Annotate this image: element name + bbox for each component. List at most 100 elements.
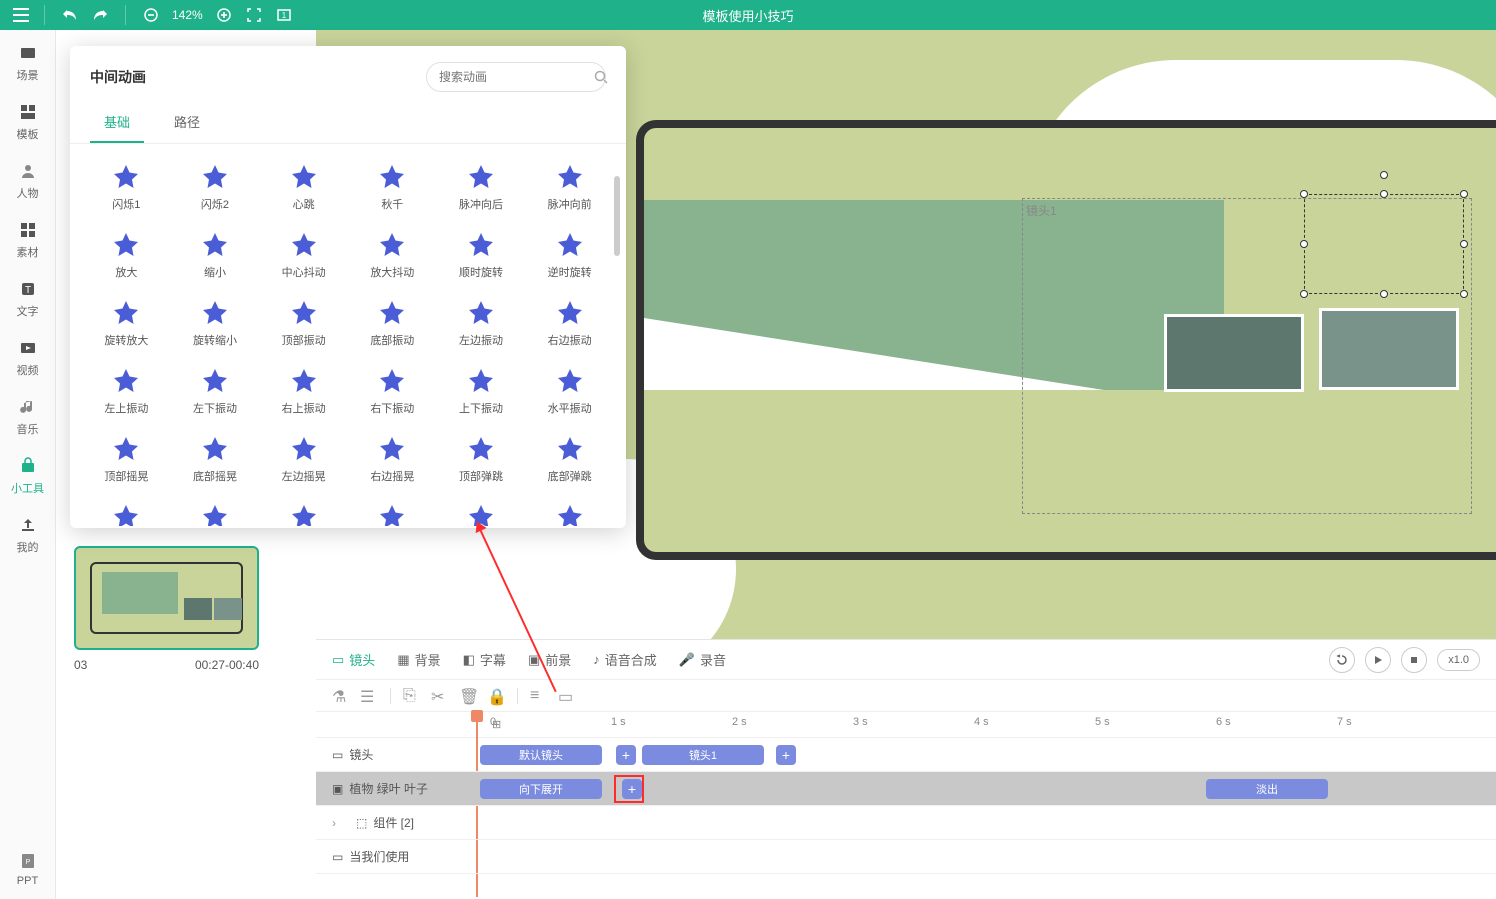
track-group[interactable]: ›⬚组件 [2] bbox=[316, 806, 1496, 840]
sidebar-item-ppt[interactable]: PPPT bbox=[6, 850, 50, 887]
animation-option[interactable]: 上下振动 bbox=[439, 358, 524, 422]
clip-fadeout[interactable]: 淡出 bbox=[1206, 779, 1328, 799]
zoom-out-button[interactable] bbox=[139, 3, 163, 27]
selection-box[interactable] bbox=[1304, 194, 1464, 294]
animation-option[interactable]: 顶部振动 bbox=[261, 290, 346, 354]
snap-icon[interactable]: ▭ bbox=[558, 687, 576, 705]
sidebar-item-scenes[interactable]: 场景 bbox=[6, 42, 50, 83]
animation-option[interactable]: 水平果冻 bbox=[261, 494, 346, 526]
document-title: 模板使用小技巧 bbox=[702, 6, 793, 25]
animation-option[interactable]: 水平振动 bbox=[527, 358, 612, 422]
animation-option[interactable]: 心跳 bbox=[261, 154, 346, 218]
fit-button[interactable] bbox=[242, 3, 266, 27]
animation-option[interactable]: 放大 bbox=[84, 222, 169, 286]
animation-option[interactable]: 右上振动 bbox=[261, 358, 346, 422]
animation-option[interactable]: 底部摇晃 bbox=[173, 426, 258, 490]
element-icon: ▣ bbox=[332, 782, 343, 796]
timeline-ruler[interactable]: ⊞ 0 1 s 2 s 3 s 4 s 5 s 6 s 7 s bbox=[316, 712, 1496, 738]
menu-button[interactable] bbox=[8, 2, 34, 28]
animation-option[interactable]: 脉冲向前 bbox=[527, 154, 612, 218]
star-icon bbox=[553, 228, 587, 262]
delete-icon[interactable]: 🗑 bbox=[459, 687, 477, 705]
animation-option[interactable]: 左边弹跳 bbox=[84, 494, 169, 526]
rewind-button[interactable] bbox=[1329, 647, 1355, 673]
expand-icon[interactable]: › bbox=[332, 816, 346, 830]
tab-basic[interactable]: 基础 bbox=[90, 102, 144, 143]
copy-icon[interactable]: ⎘ bbox=[403, 687, 421, 705]
animation-search[interactable] bbox=[426, 62, 606, 92]
tab-path[interactable]: 路径 bbox=[160, 102, 214, 143]
sidebar-item-templates[interactable]: 模板 bbox=[6, 101, 50, 142]
clip-shot1[interactable]: 镜头1 bbox=[642, 745, 764, 765]
sidebar-item-video[interactable]: 视频 bbox=[6, 337, 50, 378]
tl-tab-fg[interactable]: ▣前景 bbox=[528, 650, 571, 669]
animation-option[interactable]: 左边振动 bbox=[439, 290, 524, 354]
sidebar-item-tools[interactable]: 小工具 bbox=[6, 455, 50, 496]
animation-name: 闪烁2 bbox=[201, 196, 229, 212]
animation-option[interactable]: 底部振动 bbox=[350, 290, 435, 354]
animation-option[interactable]: 右边振动 bbox=[527, 290, 612, 354]
animation-option[interactable]: 右边弹跳 bbox=[173, 494, 258, 526]
actual-size-button[interactable]: 1 bbox=[272, 3, 296, 27]
tl-tab-record[interactable]: 🎤录音 bbox=[679, 650, 726, 669]
lock-icon[interactable]: 🔒 bbox=[487, 687, 505, 705]
animation-name: 秋千 bbox=[381, 196, 403, 212]
speed-indicator[interactable]: x1.0 bbox=[1437, 649, 1480, 671]
animation-option[interactable]: 放大抖动 bbox=[350, 222, 435, 286]
star-icon bbox=[287, 228, 321, 262]
animation-option[interactable]: 缩小 bbox=[173, 222, 258, 286]
clip-default-shot[interactable]: 默认镜头 bbox=[480, 745, 602, 765]
animation-option[interactable]: 秋千 bbox=[350, 154, 435, 218]
animation-option[interactable]: 顺时旋转 bbox=[439, 222, 524, 286]
sidebar-item-people[interactable]: 人物 bbox=[6, 160, 50, 201]
stop-button[interactable] bbox=[1401, 647, 1427, 673]
track-extra[interactable]: ▭当我们使用 bbox=[316, 840, 1496, 874]
sidebar-item-assets[interactable]: 素材 bbox=[6, 219, 50, 260]
redo-button[interactable] bbox=[88, 3, 112, 27]
animation-option[interactable]: 旋转放大 bbox=[84, 290, 169, 354]
animation-option[interactable]: 逆时旋转 bbox=[527, 222, 612, 286]
star-icon bbox=[464, 432, 498, 466]
add-shot-button-2[interactable]: + bbox=[776, 745, 796, 765]
animation-option[interactable]: 脉冲向后 bbox=[439, 154, 524, 218]
tl-tab-tts[interactable]: ♪语音合成 bbox=[593, 650, 657, 669]
animation-option[interactable]: 顶部弹跳 bbox=[439, 426, 524, 490]
zoom-in-button[interactable] bbox=[212, 3, 236, 27]
animation-option[interactable]: 左下振动 bbox=[173, 358, 258, 422]
text-icon: T bbox=[17, 278, 39, 300]
scene-thumbnail[interactable] bbox=[74, 546, 259, 650]
search-input[interactable] bbox=[439, 70, 594, 84]
tl-tab-subtitle[interactable]: ◧字幕 bbox=[463, 650, 506, 669]
align-icon[interactable]: ≡ bbox=[530, 687, 548, 705]
sidebar-item-text[interactable]: T文字 bbox=[6, 278, 50, 319]
animation-option[interactable]: 右下振动 bbox=[350, 358, 435, 422]
animation-option[interactable]: 左上振动 bbox=[84, 358, 169, 422]
animation-option[interactable]: 底部弹跳 bbox=[527, 426, 612, 490]
track-shot[interactable]: ▭镜头 默认镜头 + 镜头1 + bbox=[316, 738, 1496, 772]
add-shot-button[interactable]: + bbox=[616, 745, 636, 765]
layers-icon[interactable]: ☰ bbox=[360, 687, 378, 705]
shot-label: 镜头1 bbox=[1026, 202, 1057, 219]
animation-option[interactable]: 右角果冻 bbox=[527, 494, 612, 526]
animation-option[interactable]: 闪烁1 bbox=[84, 154, 169, 218]
clip-expand-down[interactable]: 向下展开 bbox=[480, 779, 602, 799]
animation-option[interactable]: 中心抖动 bbox=[261, 222, 346, 286]
sidebar-item-music[interactable]: 音乐 bbox=[6, 396, 50, 437]
animation-option[interactable]: 右边摇晃 bbox=[350, 426, 435, 490]
tl-tab-shot[interactable]: ▭镜头 bbox=[332, 650, 375, 669]
play-button[interactable] bbox=[1365, 647, 1391, 673]
track-leaf[interactable]: ▣植物 绿叶 叶子 向下展开 + 淡出 bbox=[316, 772, 1496, 806]
animation-option[interactable]: 垂直果冻 bbox=[350, 494, 435, 526]
tl-tab-bg[interactable]: ▦背景 bbox=[397, 650, 440, 669]
sidebar-item-my[interactable]: 我的 bbox=[6, 514, 50, 555]
cut-icon[interactable]: ✂ bbox=[431, 687, 449, 705]
undo-button[interactable] bbox=[58, 3, 82, 27]
filter-icon[interactable]: ⚗ bbox=[332, 687, 350, 705]
star-icon bbox=[464, 364, 498, 398]
animation-option[interactable]: 顶部摇晃 bbox=[84, 426, 169, 490]
animation-option[interactable]: 左边摇晃 bbox=[261, 426, 346, 490]
animation-name: 逆时旋转 bbox=[548, 264, 592, 280]
animation-option[interactable]: 闪烁2 bbox=[173, 154, 258, 218]
scrollbar[interactable] bbox=[614, 176, 620, 256]
animation-option[interactable]: 旋转缩小 bbox=[173, 290, 258, 354]
